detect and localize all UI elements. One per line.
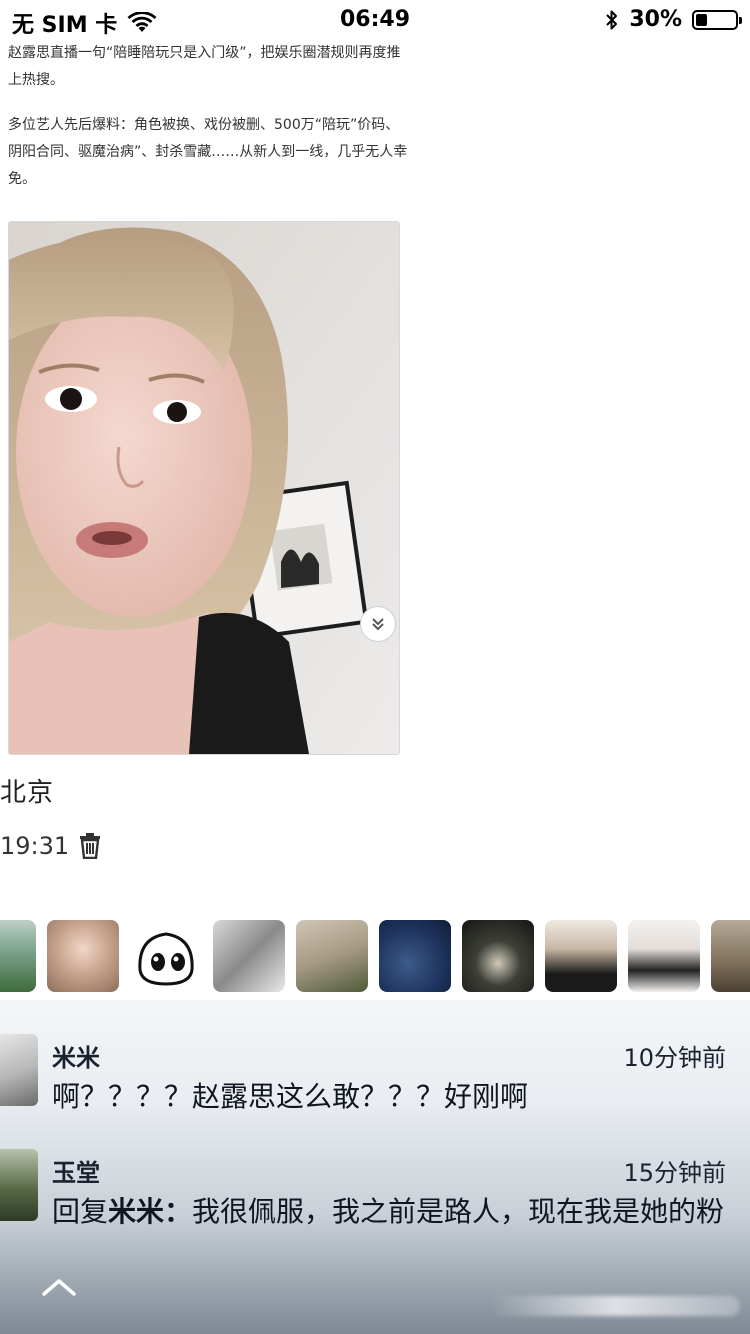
video-frame-image — [9, 222, 399, 754]
post-meta: 19:31 — [0, 832, 101, 860]
chevron-up-icon — [42, 1279, 76, 1296]
status-right: 30% — [605, 7, 742, 32]
comment-time: 10分钟前 — [623, 1044, 726, 1072]
expand-video-button[interactable] — [360, 606, 396, 642]
avatar[interactable] — [0, 920, 36, 992]
reply-prefix: 回复 — [52, 1195, 109, 1228]
video-thumbnail[interactable] — [8, 221, 400, 755]
battery-level-fill — [696, 13, 707, 26]
avatar[interactable] — [545, 920, 617, 992]
reply-target-name[interactable]: 米米 — [108, 1195, 164, 1228]
chevron-double-down-icon — [372, 618, 384, 631]
avatar[interactable] — [379, 920, 451, 992]
status-bar: 无 SIM 卡 06:49 30% — [0, 0, 750, 40]
trash-icon[interactable] — [79, 833, 101, 859]
battery-icon — [692, 9, 742, 30]
reply-separator: ： — [164, 1195, 193, 1228]
avatar[interactable] — [628, 920, 700, 992]
blurred-watermark — [490, 1296, 740, 1316]
battery-percent: 30% — [629, 7, 682, 32]
reply-text: 我很佩服，我之前是路人，现在我是她的粉 — [192, 1195, 725, 1228]
post-timestamp: 19:31 — [0, 832, 70, 860]
avatar[interactable] — [711, 920, 750, 992]
comment-text: 回复米米：我很佩服，我之前是路人，现在我是她的粉 — [52, 1191, 742, 1233]
comment-avatar[interactable] — [0, 1149, 38, 1221]
bluetooth-icon — [606, 10, 618, 29]
avatar[interactable] — [462, 920, 534, 992]
likes-avatar-row — [0, 920, 750, 992]
comment-author[interactable]: 玉堂 — [52, 1153, 100, 1188]
comment-author[interactable]: 米米 — [52, 1038, 100, 1073]
avatar[interactable] — [296, 920, 368, 992]
article-body: 赵露思直播一句“陪睡陪玩只是入门级”，把娱乐圈潜规则再度推上热搜。 多位艺人先后… — [8, 40, 408, 211]
collapse-comments-button[interactable] — [40, 1276, 78, 1300]
comment-time: 15分钟前 — [623, 1159, 726, 1187]
comment-avatar[interactable] — [0, 1034, 38, 1106]
avatar[interactable] — [130, 920, 202, 992]
cartoon-avatar-image — [138, 932, 194, 986]
article-paragraph-1: 赵露思直播一句“陪睡陪玩只是入门级”，把娱乐圈潜规则再度推上热搜。 — [8, 45, 401, 88]
comment-text: 啊？？？？赵露思这么敢？？？好刚啊 — [52, 1080, 529, 1113]
post-location: 北京 — [0, 778, 55, 808]
avatar[interactable] — [213, 920, 285, 992]
avatar[interactable] — [47, 920, 119, 992]
article-paragraph-2: 多位艺人先后爆料：角色被换、戏份被删、500万“陪玩”价码、阴阳合同、驱魔治病”… — [8, 117, 408, 187]
